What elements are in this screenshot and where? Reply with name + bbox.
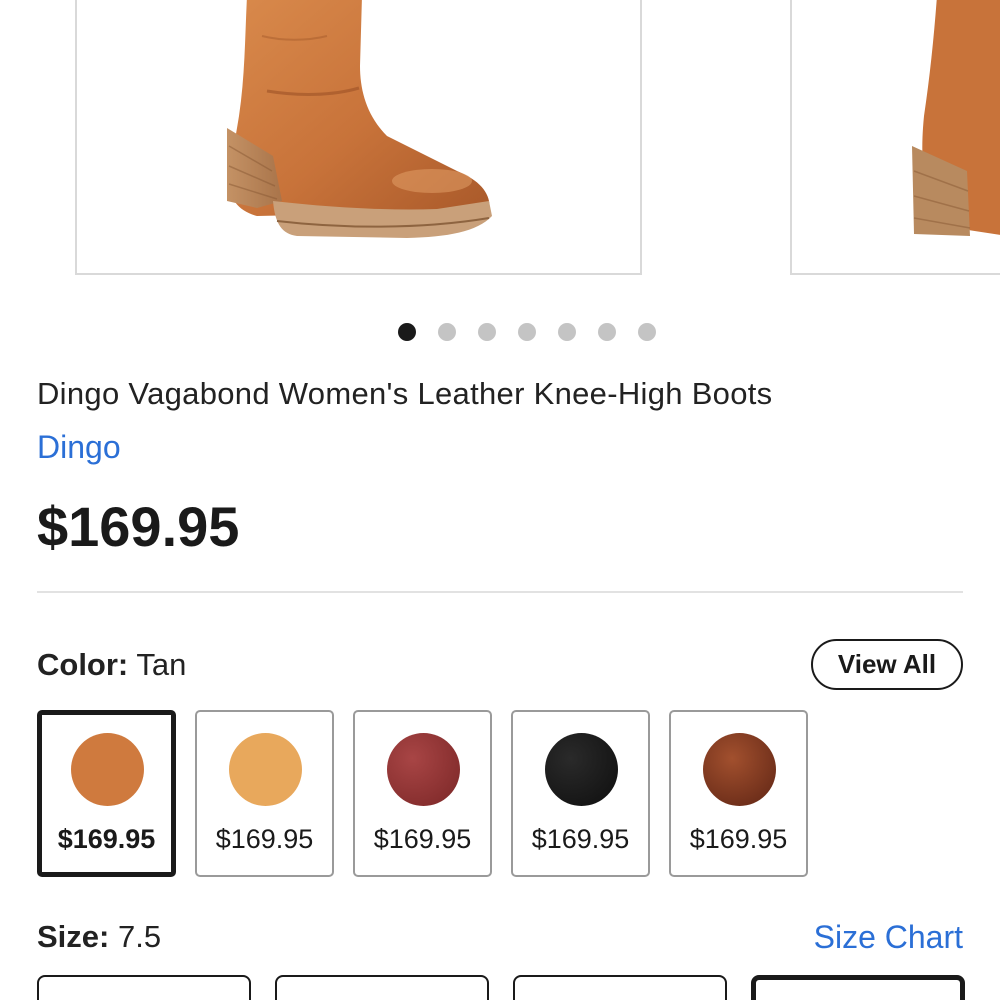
size-option[interactable] [37, 975, 251, 1000]
carousel-pagination [398, 323, 656, 341]
swatch-color-circle [702, 733, 776, 806]
view-all-colors-button[interactable]: View All [811, 639, 963, 690]
color-label: Color: Tan [37, 645, 186, 685]
swatch-price: $169.95 [215, 824, 314, 854]
swatch-price: $169.95 [373, 824, 472, 854]
carousel-dot-2[interactable] [438, 323, 456, 341]
size-label: Size: 7.5 [37, 917, 161, 957]
size-option[interactable] [275, 975, 489, 1000]
carousel-dot-6[interactable] [598, 323, 616, 341]
carousel-dot-1[interactable] [398, 323, 416, 341]
size-option-selected[interactable] [751, 975, 965, 1000]
product-image-next[interactable] [790, 0, 1000, 275]
color-swatch-burgundy[interactable]: $169.95 [353, 710, 492, 877]
swatch-color-circle [70, 733, 144, 806]
color-swatch-tan[interactable]: $169.95 [37, 710, 176, 877]
swatch-color-circle [386, 733, 460, 806]
size-option-list [37, 975, 965, 1000]
product-price: $169.95 [37, 495, 240, 558]
carousel-dot-4[interactable] [518, 323, 536, 341]
product-title: Dingo Vagabond Women's Leather Knee-High… [37, 376, 773, 411]
product-image-main[interactable] [75, 0, 642, 275]
carousel-dot-7[interactable] [638, 323, 656, 341]
size-option[interactable] [513, 975, 727, 1000]
size-chart-link[interactable]: Size Chart [814, 917, 963, 957]
color-swatch-light-tan[interactable]: $169.95 [195, 710, 334, 877]
color-swatch-brown[interactable]: $169.95 [669, 710, 808, 877]
carousel-dot-3[interactable] [478, 323, 496, 341]
swatch-color-circle [228, 733, 302, 806]
color-selected-value: Tan [136, 647, 187, 682]
swatch-color-circle [544, 733, 618, 806]
product-detail-page: Dingo Vagabond Women's Leather Knee-High… [0, 0, 1000, 1000]
brand-link[interactable]: Dingo [37, 427, 121, 467]
carousel-dot-5[interactable] [558, 323, 576, 341]
swatch-price: $169.95 [57, 824, 156, 854]
product-image-carousel[interactable] [0, 0, 1000, 280]
size-label-heading: Size: [37, 919, 110, 954]
color-swatch-black[interactable]: $169.95 [511, 710, 650, 877]
section-divider [37, 591, 963, 593]
swatch-price: $169.95 [531, 824, 630, 854]
color-label-heading: Color: [37, 647, 129, 682]
size-selected-value: 7.5 [117, 919, 162, 954]
swatch-price: $169.95 [689, 824, 788, 854]
color-swatch-list: $169.95 $169.95 $169.95 $169.95 $169.95 [37, 710, 808, 877]
